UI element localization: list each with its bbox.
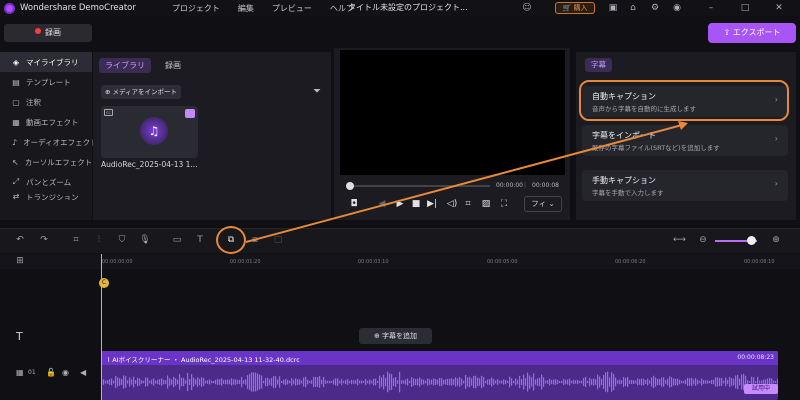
annotation-arrow <box>245 121 688 243</box>
